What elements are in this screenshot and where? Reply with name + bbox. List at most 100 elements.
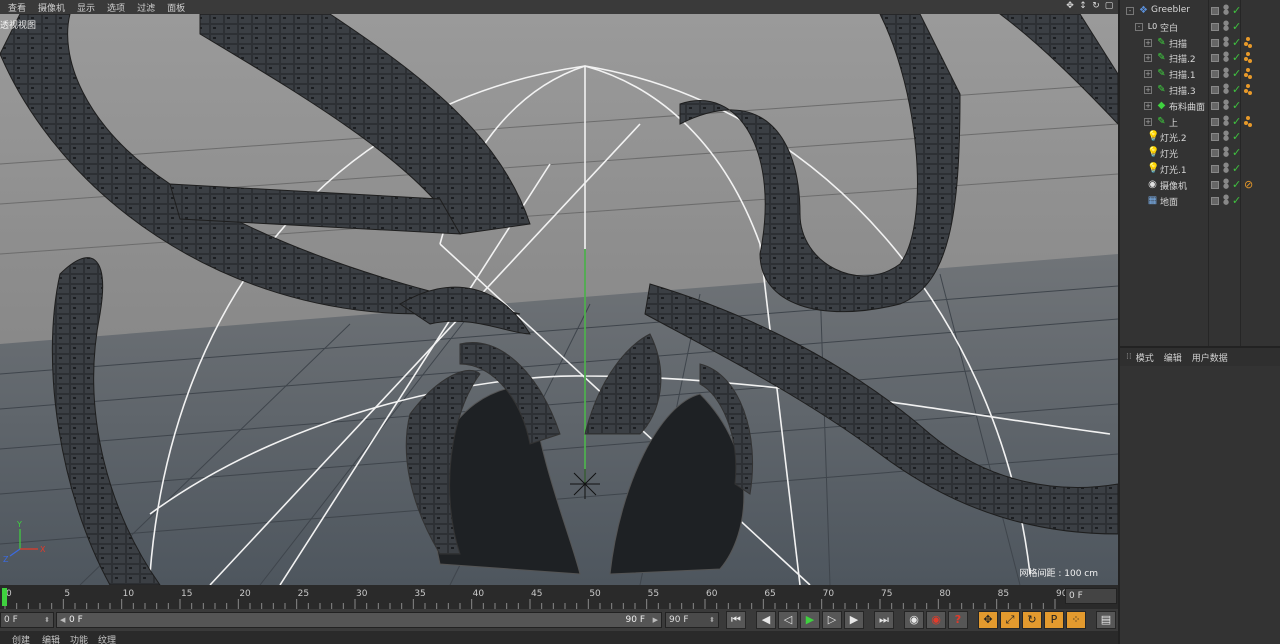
timeline-end-field[interactable]: 0 F xyxy=(1065,588,1117,604)
viewport-menu-panel[interactable]: 面板 xyxy=(167,1,185,14)
range-left-arrow-icon[interactable]: ◀ xyxy=(60,613,65,627)
material-tag-icon[interactable] xyxy=(1244,68,1254,80)
scale-key-button[interactable]: ⤢ xyxy=(1000,611,1020,629)
preview-range-slider[interactable]: ◀ 0 F 90 F ▶ xyxy=(56,612,662,628)
object-row[interactable]: - L0 空白 ● ● ✓ xyxy=(1120,19,1280,35)
keyframe-selection-button[interactable]: ? xyxy=(948,611,968,629)
visibility-dots-icon[interactable]: ● ● xyxy=(1223,162,1231,174)
prev-frame-button[interactable]: ◁ xyxy=(778,611,798,629)
tab-edit[interactable]: 编辑 xyxy=(42,633,60,644)
object-name[interactable]: 灯光 xyxy=(1160,147,1178,160)
playhead-marker[interactable] xyxy=(2,588,7,606)
visibility-dots-icon[interactable]: ● ● xyxy=(1223,83,1231,95)
layer-swatch[interactable] xyxy=(1211,196,1219,205)
rotate-view-icon[interactable]: ↻ xyxy=(1091,1,1101,11)
protection-tag-icon[interactable]: ⊘ xyxy=(1244,178,1254,191)
parameter-key-button[interactable]: P xyxy=(1044,611,1064,629)
zoom-view-icon[interactable]: ↕ xyxy=(1078,1,1088,11)
viewport-menu-options[interactable]: 选项 xyxy=(107,1,125,14)
enabled-check-icon[interactable]: ✓ xyxy=(1232,36,1241,49)
expand-toggle-icon[interactable]: - xyxy=(1135,22,1143,31)
visibility-dots-icon[interactable]: ● ● xyxy=(1223,67,1231,79)
visibility-dots-icon[interactable]: ● ● xyxy=(1223,4,1231,16)
visibility-dots-icon[interactable]: ● ● xyxy=(1223,114,1231,126)
object-name[interactable]: 扫描.2 xyxy=(1169,52,1196,65)
visibility-dots-icon[interactable]: ● ● xyxy=(1223,193,1231,205)
visibility-dots-icon[interactable]: ● ● xyxy=(1223,130,1231,142)
next-key-button[interactable]: ▶ xyxy=(844,611,864,629)
autokey-button[interactable]: ◉ xyxy=(926,611,946,629)
object-name[interactable]: 上 xyxy=(1169,116,1178,129)
enabled-check-icon[interactable]: ✓ xyxy=(1232,4,1241,17)
object-name[interactable]: 扫描 xyxy=(1169,37,1187,50)
timeline-button[interactable]: ▤ xyxy=(1096,611,1116,629)
object-name[interactable]: 地面 xyxy=(1160,195,1178,208)
expand-toggle-icon[interactable]: + xyxy=(1144,38,1152,47)
layer-swatch[interactable] xyxy=(1211,70,1219,79)
enabled-check-icon[interactable]: ✓ xyxy=(1232,20,1241,33)
visibility-dots-icon[interactable]: ● ● xyxy=(1223,146,1231,158)
position-key-button[interactable]: ✥ xyxy=(978,611,998,629)
viewport-menu-camera[interactable]: 摄像机 xyxy=(38,1,65,14)
visibility-dots-icon[interactable]: ● ● xyxy=(1223,98,1231,110)
layer-swatch[interactable] xyxy=(1211,180,1219,189)
layer-swatch[interactable] xyxy=(1211,54,1219,63)
layer-swatch[interactable] xyxy=(1211,133,1219,142)
maximize-view-icon[interactable]: ▢ xyxy=(1104,1,1114,11)
material-tag-icon[interactable] xyxy=(1244,52,1254,64)
viewport-menu-view[interactable]: 查看 xyxy=(8,1,26,14)
timeline-ruler[interactable]: 0 5 10 15 20 25 30 35 40 45 50 55 60 65 70 75 80 85 90 xyxy=(0,585,1118,609)
attr-tab-edit[interactable]: 编辑 xyxy=(1164,351,1182,364)
object-name[interactable]: 布料曲面 xyxy=(1169,100,1205,113)
current-frame-field[interactable]: 0 F ⬍ xyxy=(0,612,54,628)
move-view-icon[interactable]: ✥ xyxy=(1065,1,1075,11)
visibility-dots-icon[interactable]: ● ● xyxy=(1223,35,1231,47)
play-button[interactable]: ▶ xyxy=(800,611,820,629)
object-name[interactable]: 扫描.1 xyxy=(1169,68,1196,81)
perspective-viewport[interactable]: 查看 摄像机 显示 选项 过滤 面板 ✥ ↕ ↻ ▢ 透视视图 Y X Z 网格… xyxy=(0,0,1118,585)
layer-swatch[interactable] xyxy=(1211,86,1219,94)
next-frame-button[interactable]: ▷ xyxy=(822,611,842,629)
pla-key-button[interactable]: ⁘ xyxy=(1066,611,1086,629)
end-frame-field[interactable]: 90 F ⬍ xyxy=(665,612,719,628)
expand-toggle-icon[interactable]: + xyxy=(1144,86,1152,94)
object-name[interactable]: 灯光.1 xyxy=(1160,163,1187,176)
visibility-dots-icon[interactable]: ● ● xyxy=(1223,51,1231,63)
enabled-check-icon[interactable]: ✓ xyxy=(1232,130,1241,143)
object-row[interactable]: + ✎ 上 ● ● ✓ xyxy=(1120,114,1280,130)
expand-toggle-icon[interactable]: - xyxy=(1126,7,1134,15)
layer-swatch[interactable] xyxy=(1211,22,1219,31)
object-row[interactable]: 💡 灯光.2 ● ● ✓ xyxy=(1120,129,1280,145)
enabled-check-icon[interactable]: ✓ xyxy=(1232,162,1241,175)
object-row[interactable]: + ◆ 布料曲面 ● ● ✓ xyxy=(1120,98,1280,114)
attr-tab-user-data[interactable]: 用户数据 xyxy=(1192,351,1228,364)
record-keys-button[interactable]: ◉ xyxy=(904,611,924,629)
expand-toggle-icon[interactable]: + xyxy=(1144,117,1152,126)
visibility-dots-icon[interactable]: ● ● xyxy=(1223,177,1231,189)
enabled-check-icon[interactable]: ✓ xyxy=(1232,51,1241,64)
expand-toggle-icon[interactable]: + xyxy=(1144,101,1152,110)
object-name[interactable]: Greebler xyxy=(1151,5,1190,15)
enabled-check-icon[interactable]: ✓ xyxy=(1232,67,1241,80)
stepper-icon[interactable]: ⬍ xyxy=(44,613,50,627)
material-tag-icon[interactable] xyxy=(1244,115,1254,128)
layer-swatch[interactable] xyxy=(1211,149,1219,158)
viewport-menu-display[interactable]: 显示 xyxy=(77,1,95,14)
object-row[interactable]: + ✎ 扫描 ● ● ✓ xyxy=(1120,35,1280,51)
material-tag-icon[interactable] xyxy=(1244,84,1254,96)
material-tag-icon[interactable] xyxy=(1244,36,1254,49)
layer-swatch[interactable] xyxy=(1211,117,1219,126)
enabled-check-icon[interactable]: ✓ xyxy=(1232,83,1241,96)
rotation-key-button[interactable]: ↻ xyxy=(1022,611,1042,629)
enabled-check-icon[interactable]: ✓ xyxy=(1232,178,1241,191)
layer-swatch[interactable] xyxy=(1211,38,1219,47)
object-row[interactable]: + ✎ 扫描.3 ● ● ✓ xyxy=(1120,82,1280,98)
expand-toggle-icon[interactable]: + xyxy=(1144,70,1152,79)
enabled-check-icon[interactable]: ✓ xyxy=(1232,194,1241,207)
viewport-menu-filter[interactable]: 过滤 xyxy=(137,1,155,14)
object-row[interactable]: + ✎ 扫描.2 ● ● ✓ xyxy=(1120,50,1280,66)
go-to-start-button[interactable]: ⏮ xyxy=(726,611,746,629)
expand-toggle-icon[interactable]: + xyxy=(1144,54,1152,63)
object-name[interactable]: 空白 xyxy=(1160,21,1178,34)
layer-swatch[interactable] xyxy=(1211,7,1219,15)
